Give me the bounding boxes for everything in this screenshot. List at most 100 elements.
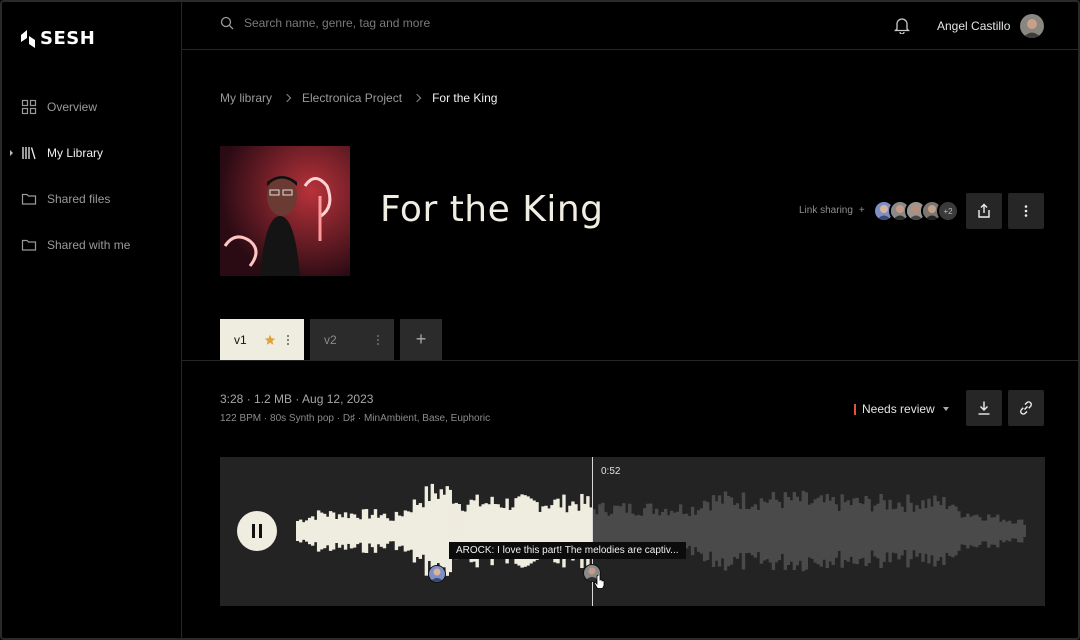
waveform-bar [687, 516, 692, 546]
waveform-bar [355, 517, 360, 545]
waveform-bar [346, 518, 351, 544]
hand-cursor-icon [593, 575, 605, 589]
breadcrumb-item[interactable]: My library [220, 91, 272, 105]
waveform-bar [696, 510, 701, 552]
waveform-bar [732, 505, 737, 557]
status-color-indicator [854, 403, 856, 415]
download-button[interactable] [966, 390, 1002, 426]
waveform-bar [873, 505, 877, 557]
waveform-bar [714, 501, 719, 561]
top-bar: Angel Castillo [182, 2, 1078, 50]
version-tabs: v1 v2 + [220, 319, 442, 360]
bell-icon[interactable] [894, 16, 910, 34]
more-vertical-icon[interactable] [376, 334, 380, 346]
sidebar-item-my-library[interactable]: My Library [2, 130, 182, 176]
waveform-bar [987, 514, 991, 548]
waveform-bar [915, 505, 919, 557]
avatar[interactable] [1020, 14, 1044, 38]
waveform-bar [897, 502, 901, 560]
waveform-bar [879, 493, 883, 569]
waveform-bar [442, 494, 446, 568]
brand-name: SESH [40, 28, 96, 49]
waveform-bar [421, 507, 426, 555]
waveform-bar [807, 504, 811, 558]
waveform-bar [762, 501, 767, 561]
waveform-bar [298, 519, 303, 543]
share-icon [978, 203, 990, 218]
waveform-bar [993, 517, 997, 545]
waveform-bar [409, 512, 414, 550]
waveform-bar [741, 492, 746, 570]
more-options-button[interactable] [1008, 193, 1044, 229]
tab-v2[interactable]: v2 [310, 319, 394, 360]
waveform-bar [406, 511, 411, 551]
chevron-down-icon [942, 407, 949, 411]
waveform-bar [783, 492, 788, 570]
waveform-bar [1017, 519, 1021, 543]
star-icon[interactable] [264, 334, 276, 346]
link-sharing[interactable]: Link sharing + [799, 205, 865, 216]
waveform-bar [846, 500, 850, 562]
add-version-button[interactable]: + [400, 319, 442, 360]
waveform-bar [768, 499, 773, 563]
track-meta-secondary: 122 BPM · 80s Synth pop · D♯ · MinAmbien… [220, 413, 491, 424]
waveform-bar [861, 504, 865, 558]
active-indicator-icon [10, 150, 13, 156]
waveform-bar [867, 498, 871, 564]
app-window: SESH Overview My Library Shared files Sh… [0, 0, 1080, 640]
waveform-bar [918, 508, 922, 554]
waveform-bar [448, 489, 452, 573]
waveform-bar [750, 506, 755, 556]
waveform-bar [774, 499, 779, 563]
waveform-bar [777, 501, 782, 561]
waveform-bar [891, 509, 895, 553]
waveform-bar [792, 491, 797, 570]
waveform-bar [927, 498, 931, 564]
tab-v1[interactable]: v1 [220, 319, 304, 360]
waveform-bar [747, 509, 752, 553]
sidebar-item-label: Shared files [47, 192, 111, 206]
collaborator-avatars[interactable]: +2 [873, 200, 959, 222]
sidebar-item-shared-files[interactable]: Shared files [2, 176, 182, 222]
waveform-bar [870, 511, 874, 551]
waveform-bar [771, 492, 776, 570]
sidebar-item-shared-with-me[interactable]: Shared with me [2, 222, 182, 268]
breadcrumb-item[interactable]: Electronica Project [302, 91, 402, 105]
waveform-bar [340, 517, 345, 545]
search-input[interactable] [244, 16, 544, 30]
waveform-bar [418, 503, 423, 559]
waveform-bar [726, 495, 731, 567]
sidebar-item-overview[interactable]: Overview [2, 84, 182, 130]
copy-link-button[interactable] [1008, 390, 1044, 426]
waveform-bar [729, 497, 734, 565]
status-dropdown[interactable]: Needs review [854, 402, 949, 416]
waveform-bar [373, 509, 378, 553]
waveform-bar [400, 516, 405, 546]
breadcrumb-current: For the King [432, 91, 498, 105]
waveform-bar [894, 508, 898, 554]
waveform-bar [433, 493, 438, 569]
more-vertical-icon[interactable] [286, 334, 290, 346]
user-name[interactable]: Angel Castillo [937, 19, 1010, 33]
logo[interactable]: SESH [20, 28, 95, 49]
waveform-bar [439, 489, 443, 573]
comment-avatar[interactable] [428, 565, 446, 583]
waveform-bar [693, 514, 698, 548]
waveform[interactable] [296, 457, 1026, 606]
waveform-bar [951, 504, 955, 558]
sidebar-item-label: My Library [47, 146, 104, 160]
pause-button[interactable] [237, 511, 277, 551]
waveform-bar [720, 503, 725, 559]
waveform-bar [948, 506, 952, 556]
current-time: 0:52 [601, 466, 621, 477]
breadcrumb: My library Electronica Project For the K… [220, 91, 497, 105]
waveform-bar [322, 513, 327, 549]
waveform-bar [382, 513, 387, 549]
cover-art [220, 146, 350, 276]
waveform-bar [972, 515, 976, 547]
share-button[interactable] [966, 193, 1002, 229]
waveform-bar [813, 499, 817, 563]
pause-icon [252, 524, 262, 538]
waveform-bar [999, 521, 1003, 541]
waveform-bar [1002, 519, 1006, 543]
